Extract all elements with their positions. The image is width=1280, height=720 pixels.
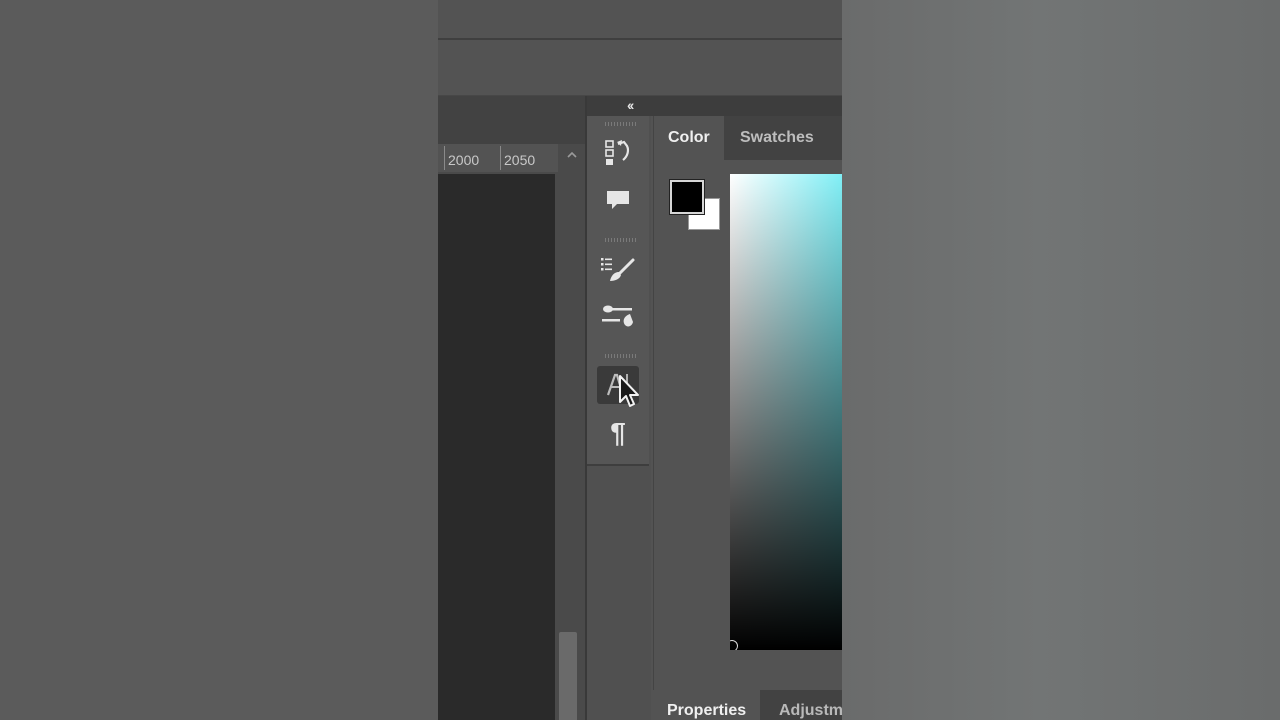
history-icon (605, 140, 630, 165)
chevron-up-icon (567, 151, 577, 158)
collapse-panels-icon[interactable]: ‹‹ (627, 97, 634, 113)
comments-icon (607, 191, 629, 209)
panel-dock-header: ‹‹ (587, 96, 842, 116)
color-panel: Color Swatches (653, 116, 842, 690)
tab-swatches[interactable]: Swatches (726, 116, 828, 160)
brush-settings-button[interactable] (597, 250, 639, 288)
paragraph-icon: ¶ (610, 417, 626, 448)
comments-button[interactable] (597, 182, 639, 220)
color-picker-field[interactable] (730, 174, 842, 650)
menu-bar (438, 0, 842, 40)
brushes-button[interactable] (597, 298, 639, 336)
mouse-cursor-icon (618, 374, 642, 415)
tab-adjustments[interactable]: Adjustm (765, 690, 842, 720)
document-area: 2000 2050 (438, 96, 585, 720)
background-right (842, 0, 1280, 720)
scroll-up-button[interactable] (562, 148, 582, 168)
panel-icon-strip: ¶ (587, 116, 651, 720)
color-picker-marker[interactable] (730, 640, 738, 650)
vertical-scrollbar[interactable] (555, 174, 585, 720)
app-window: 2000 2050 ‹‹ ¶ Color Swatches Properties… (438, 0, 842, 720)
tab-properties[interactable]: Properties (653, 690, 761, 720)
ruler-label: 2050 (504, 152, 536, 168)
icon-group-brushes (587, 232, 649, 350)
ruler-tick (500, 146, 501, 170)
tab-color[interactable]: Color (654, 116, 724, 160)
background-left (0, 0, 438, 720)
scrollbar-thumb[interactable] (559, 632, 577, 720)
canvas[interactable] (438, 174, 555, 720)
icon-group-history (587, 116, 649, 234)
properties-panel-tabs: Properties Adjustm (653, 690, 842, 720)
document-tab-bar (438, 96, 585, 144)
options-bar (438, 40, 842, 96)
color-panel-tabs: Color Swatches (654, 116, 842, 160)
horizontal-ruler: 2000 2050 (438, 144, 558, 172)
foreground-color-swatch[interactable] (669, 179, 705, 215)
group-grip[interactable] (605, 122, 637, 126)
ruler-label: 2000 (448, 152, 480, 168)
ruler-tick (444, 146, 445, 170)
picker-shade-layer (730, 174, 842, 650)
brush-settings-icon (601, 258, 635, 281)
group-grip[interactable] (605, 354, 637, 358)
paragraph-button[interactable]: ¶ (597, 414, 639, 452)
group-grip[interactable] (605, 238, 637, 242)
brushes-icon (602, 305, 633, 327)
history-button[interactable] (597, 134, 639, 172)
